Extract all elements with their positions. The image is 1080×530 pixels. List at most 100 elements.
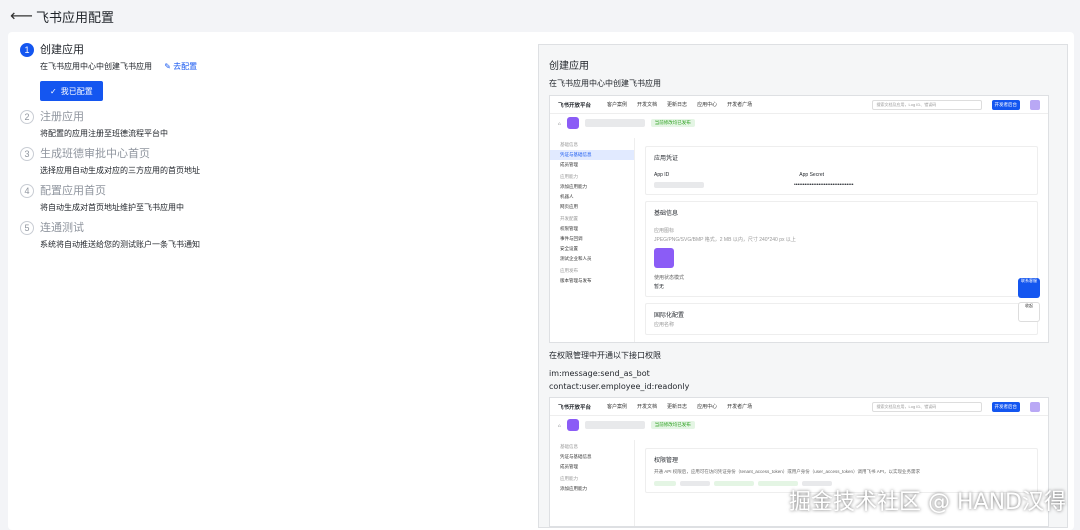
shot-side-item: 添加应用能力: [560, 486, 587, 491]
permission-list: im:message:send_as_bot contact:user.empl…: [549, 367, 689, 393]
configured-button[interactable]: ✓ 我已配置: [40, 81, 103, 101]
shot-brand: 飞书开放平台: [558, 404, 592, 411]
blurred-app-name: [584, 119, 645, 127]
guide-preview[interactable]: 创建应用 在飞书应用中心中创建飞书应用 飞书开放平台 客户案例 开发文档 更新日…: [538, 44, 1068, 528]
step-title: 连通测试: [40, 222, 84, 234]
shot-subbar: ⌂ 当前修改均已发布: [550, 114, 1048, 132]
collapse-float: 收起: [1018, 302, 1040, 322]
shot-search: 搜索文档及应用，Log ID、错误码: [871, 99, 982, 110]
shot-side-group: 应用能力: [560, 174, 578, 179]
step-title: 创建应用: [40, 44, 84, 56]
permission-item: im:message:send_as_bot: [549, 369, 650, 378]
step-number: 2: [20, 110, 34, 124]
perm-tag: [680, 481, 710, 486]
step-desc: 选择应用自动生成对应的三方应用的首页地址: [40, 166, 200, 175]
card-title: 国际化配置: [654, 313, 685, 319]
masked-secret: ••••••••••••••••••••••••••••••••••: [794, 182, 854, 188]
shot-card-credentials: 应用凭证 App ID App Secret •••••••••••••••••…: [645, 146, 1038, 195]
shot-nav-item: 客户案例: [607, 404, 628, 410]
card-label: 使用状态模式: [654, 275, 685, 281]
shot-brand: 飞书开放平台: [558, 102, 592, 109]
perm-tag: [714, 481, 754, 486]
shot-side-item: 测试企业和人员: [560, 256, 592, 261]
shot-side-item: 安全设置: [560, 246, 578, 251]
card-value: 暂无: [654, 284, 665, 290]
card-desc: 开通 API 权限后，应用可在访问凭证身份（tenant_access_toke…: [654, 469, 921, 474]
card-title: 权限管理: [654, 458, 679, 464]
check-icon: ✓: [50, 86, 57, 96]
step-desc: 系统将自动推送给您的测试账户一条飞书通知: [40, 240, 200, 249]
shot-sidebar: 基础信息 凭证与基础信息 成员管理 应用能力 添加应用能力 机器人 网页应用 开…: [550, 138, 635, 342]
shot-nav-item: 开发者广场: [727, 102, 753, 108]
shot-nav: 飞书开放平台 客户案例 开发文档 更新日志 应用中心 开发者广场 搜索文档及应用…: [550, 398, 1048, 416]
shot-card-basic-info: 基础信息 应用图标 JPEG/PNG/SVG/BMP 格式，2 MB 以内，尺寸…: [645, 201, 1038, 297]
shot-create-button: 开发者后台: [991, 99, 1020, 110]
step-5: 5 连通测试 系统将自动推送给您的测试账户一条飞书通知: [20, 220, 520, 251]
shot-cards: 应用凭证 App ID App Secret •••••••••••••••••…: [645, 146, 1038, 341]
step-number: 5: [20, 221, 34, 235]
shot-status-tag: 当前修改均已发布: [650, 119, 695, 127]
shot-side-group: 应用能力: [560, 476, 578, 481]
step-2: 2 注册应用 将配置的应用注册至班德流程平台中: [20, 109, 520, 140]
app-id-label: App ID: [654, 172, 670, 178]
step-number: 4: [20, 184, 34, 198]
home-icon: ⌂: [558, 422, 561, 428]
perm-tag: [654, 481, 676, 486]
top-bar: ⟵ 飞书应用配置: [0, 0, 1080, 32]
shot-card-i18n: 国际化配置 应用名称: [645, 303, 1038, 335]
step-3: 3 生成班德审批中心首页 选择应用自动生成对应的三方应用的首页地址: [20, 146, 520, 177]
shot-side-item: 添加应用能力: [560, 184, 587, 189]
credential-row: App ID App Secret: [654, 172, 1029, 178]
shot-nav-item: 应用中心: [697, 404, 718, 410]
shot-side-item: 权限管理: [560, 226, 578, 231]
screenshot-create-app: 飞书开放平台 客户案例 开发文档 更新日志 应用中心 开发者广场 搜索文档及应用…: [549, 95, 1049, 343]
shot-nav-item: 客户案例: [607, 102, 628, 108]
app-avatar-large: [654, 248, 674, 268]
shot-side-item: 版本管理与发布: [560, 278, 592, 283]
main-panel: 1 创建应用 在飞书应用中心中创建飞书应用 ✎ 去配置 ✓ 我已配置 2 注册应用…: [8, 32, 1074, 530]
step-desc: 在飞书应用中心中创建飞书应用 ✎ 去配置: [40, 61, 520, 73]
blurred-app-id: [654, 182, 704, 188]
card-title: 应用凭证: [654, 156, 679, 162]
step-number: 3: [20, 147, 34, 161]
shot-create-button: 开发者后台: [991, 401, 1020, 412]
shot-side-item: 成员管理: [560, 162, 578, 167]
shot-nav: 飞书开放平台 客户案例 开发文档 更新日志 应用中心 开发者广场 搜索文档及应用…: [550, 96, 1048, 114]
permission-instruction: 在权限管理中开通以下接口权限: [549, 351, 661, 360]
credential-values: ••••••••••••••••••••••••••••••••••: [654, 182, 1029, 188]
step-1: 1 创建应用 在飞书应用中心中创建飞书应用 ✎ 去配置 ✓ 我已配置: [20, 42, 520, 101]
go-config-link[interactable]: ✎ 去配置: [164, 62, 197, 71]
shot-nav-item: 开发文档: [637, 404, 658, 410]
step-list: 1 创建应用 在飞书应用中心中创建飞书应用 ✎ 去配置 ✓ 我已配置 2 注册应用…: [20, 42, 520, 257]
preview-subtitle: 在飞书应用中心中创建飞书应用: [549, 79, 661, 88]
shot-side-group: 应用发布: [560, 268, 578, 273]
shot-side-item: 网页应用: [560, 204, 578, 209]
card-title: 基础信息: [654, 211, 679, 217]
shot-nav-item: 开发者广场: [727, 404, 753, 410]
preview-title: 创建应用: [549, 61, 589, 72]
blurred-app-name: [584, 421, 645, 429]
permission-item: contact:user.employee_id:readonly: [549, 382, 690, 391]
card-label: 应用图标: [654, 228, 675, 234]
shot-subbar: ⌂ 当前修改均已发布: [550, 416, 1048, 434]
step-title: 配置应用首页: [40, 185, 106, 197]
shot-nav-item: 更新日志: [667, 404, 688, 410]
watermark: 掘金技术社区 @ HAND汉得: [789, 490, 1066, 515]
step-title: 生成班德审批中心首页: [40, 148, 150, 160]
shot-side-item: 成员管理: [560, 464, 578, 469]
shot-status-tag: 当前修改均已发布: [650, 421, 695, 429]
home-icon: ⌂: [558, 120, 561, 126]
page-title: 飞书应用配置: [36, 9, 115, 25]
card-label: 应用名称: [654, 322, 675, 328]
app-icon: [566, 419, 579, 431]
app-secret-label: App Secret: [799, 172, 825, 178]
shot-side-group: 开发配置: [560, 216, 578, 221]
shot-side-item: 机器人: [560, 194, 574, 199]
step-title: 注册应用: [40, 111, 84, 123]
shot-avatar: [1030, 99, 1040, 110]
shot-sidebar: 基础信息 凭证与基础信息 成员管理 应用能力 添加应用能力: [550, 440, 635, 526]
support-label: 联系客服: [1021, 278, 1037, 283]
contact-support-float: 联系客服: [1018, 278, 1040, 298]
shot-nav-item: 应用中心: [697, 102, 718, 108]
back-arrow-icon[interactable]: ⟵: [10, 6, 33, 26]
